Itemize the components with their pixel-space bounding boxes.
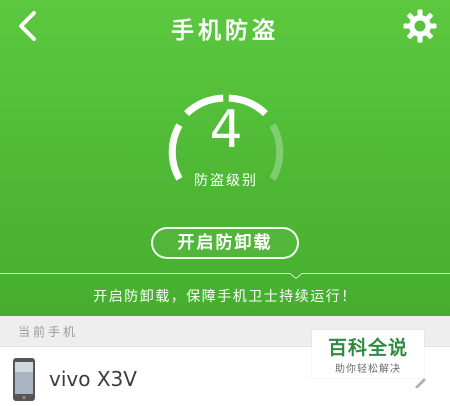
uninstall-tip-text: 开启防卸载，保障手机卫士持续运行！ [93, 289, 357, 305]
current-phone-section-title: 当前手机 [18, 325, 79, 339]
gear-icon[interactable] [402, 8, 438, 44]
watermark-overlay: 百科全说 助你轻松解决 [312, 330, 424, 378]
watermark-subtitle: 助你轻松解决 [335, 364, 401, 375]
page-title: 手机防盗 [171, 18, 279, 44]
protection-level-value: 4 [209, 100, 243, 160]
enable-uninstall-protection-button[interactable]: 开启防卸载 [151, 227, 299, 259]
watermark-title: 百科全说 [327, 337, 408, 359]
phone-icon [13, 358, 35, 401]
hero-panel: 手机防盗 4 防盗级别 开启防卸载 开启防卸载，保障手机卫士持续运行！ [0, 0, 450, 316]
divider-line [0, 273, 450, 280]
phone-anti-theft-screen: 手机防盗 4 防盗级别 开启防卸载 开启防卸载，保障手机卫士持续运行！ 当前手机… [0, 0, 450, 406]
device-name: vivo X3V [49, 367, 137, 391]
protection-level-label: 防盗级别 [194, 173, 258, 189]
